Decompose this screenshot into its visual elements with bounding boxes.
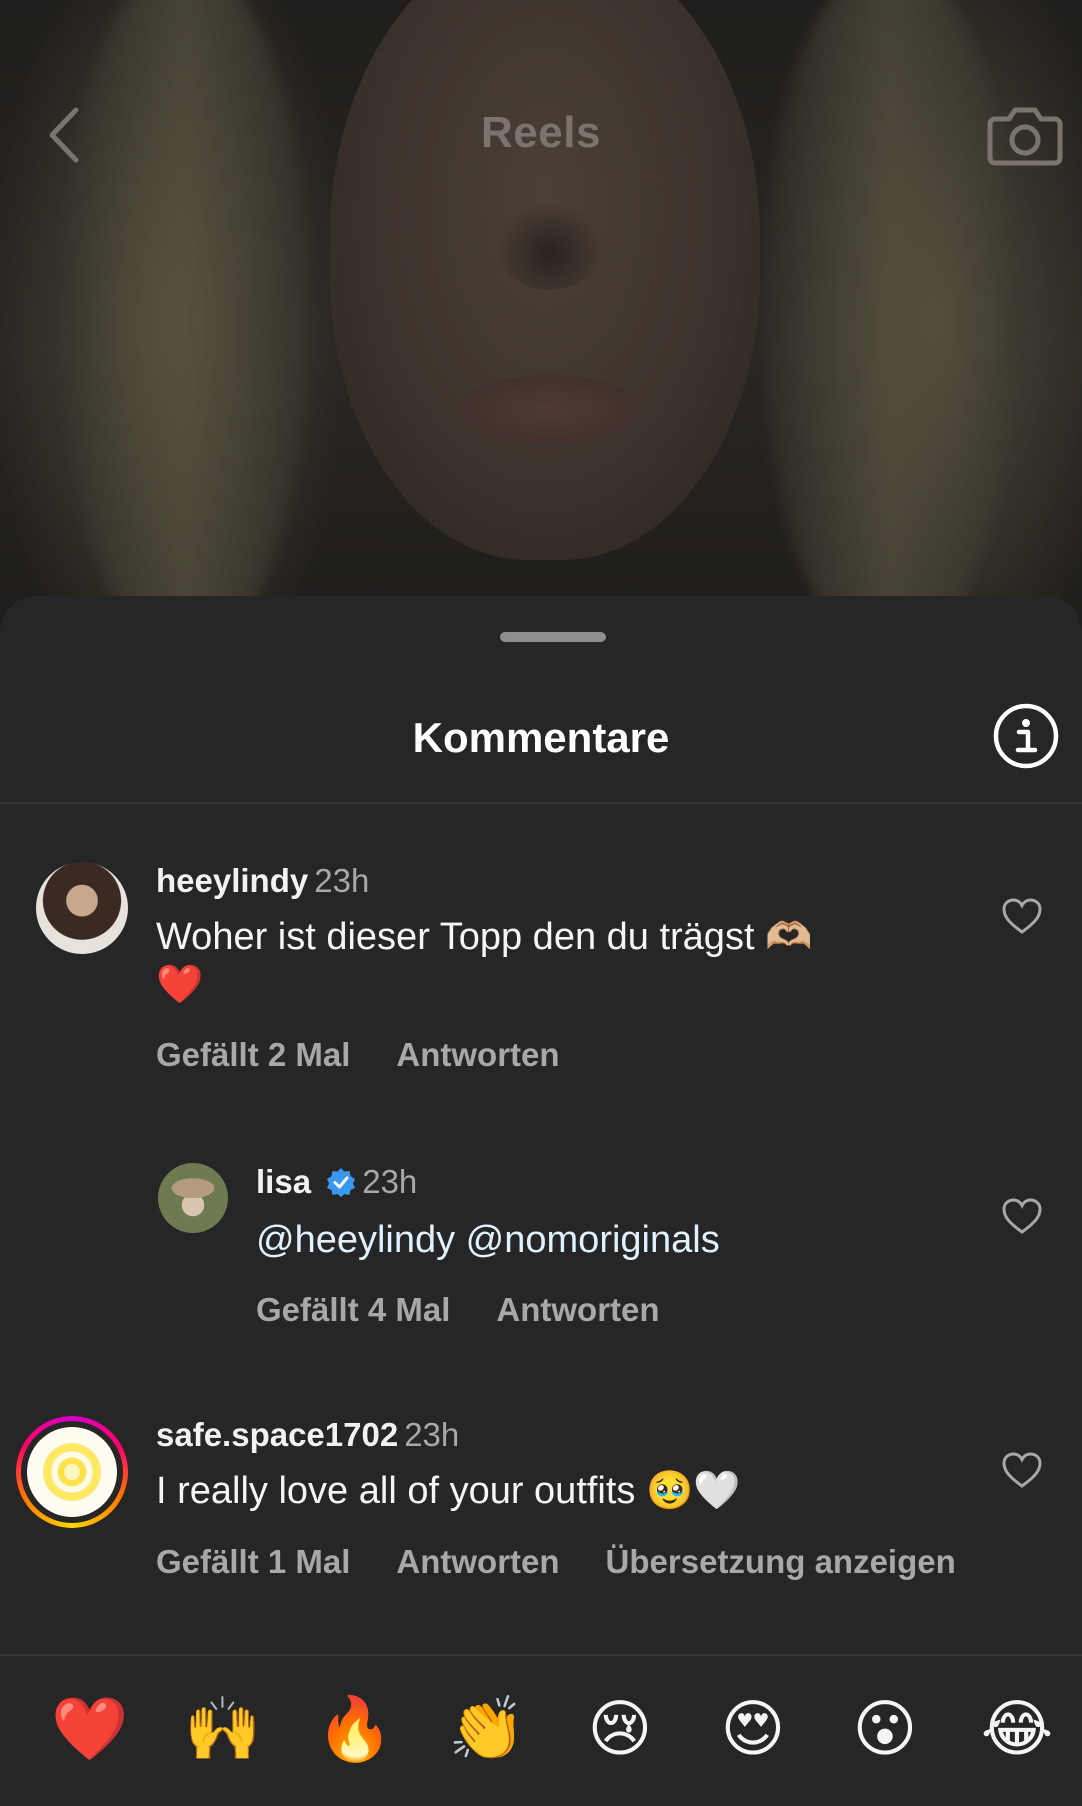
reply-text[interactable]: @heeylindy @nomoriginals <box>256 1215 720 1265</box>
emoji-heart-button[interactable]: ❤️ <box>45 1680 135 1780</box>
comment-meta: heeylindy 23h <box>156 862 369 900</box>
story-ring[interactable] <box>16 1416 128 1528</box>
emoji-heart-eyes-button[interactable]: 😍 <box>708 1680 798 1780</box>
top-bar: Reels <box>0 70 1082 190</box>
comment-username[interactable]: heeylindy <box>156 862 308 899</box>
header-divider <box>0 802 1082 804</box>
emoji-clap-button[interactable]: 👏 <box>442 1680 532 1780</box>
avatar[interactable] <box>158 1163 228 1233</box>
sheet-drag-handle[interactable] <box>500 632 606 642</box>
comment-actions: Gefällt 2 Mal Antworten <box>156 1036 606 1074</box>
likes-count[interactable]: Gefällt 1 Mal <box>156 1543 350 1580</box>
reply-button[interactable]: Antworten <box>396 1543 559 1580</box>
emoji-raised-hands-button[interactable]: 🙌 <box>178 1680 268 1780</box>
emoji-reaction-bar: ❤️ 🙌 🔥 👏 😢 😍 😮 😂 <box>0 1680 1082 1790</box>
camera-button[interactable] <box>985 95 1065 175</box>
emoji-laughing-button[interactable]: 😂 <box>972 1680 1062 1780</box>
page-title: Reels <box>481 108 601 157</box>
reply-button[interactable]: Antworten <box>496 1291 659 1328</box>
like-reply-button[interactable] <box>1000 1196 1044 1236</box>
comment-text: Woher ist dieser Topp den du trägst 🫶🏼 <box>156 916 813 958</box>
likes-count[interactable]: Gefällt 2 Mal <box>156 1036 350 1073</box>
reply-actions: Gefällt 4 Mal Antworten <box>256 1291 706 1329</box>
likes-count[interactable]: Gefällt 4 Mal <box>256 1291 450 1328</box>
avatar <box>27 1427 117 1517</box>
reply-meta: lisa 23h <box>256 1163 417 1201</box>
translate-button[interactable]: Übersetzung anzeigen <box>606 1543 956 1580</box>
emoji-surprised-button[interactable]: 😮 <box>840 1680 930 1780</box>
comment-time: 23h <box>314 862 370 899</box>
like-comment-button[interactable] <box>1000 896 1044 936</box>
like-comment-button[interactable] <box>1000 1450 1044 1490</box>
camera-icon <box>987 107 1063 166</box>
heart-icon <box>1002 1452 1042 1488</box>
comment-time: 23h <box>404 1416 460 1453</box>
reply-button[interactable]: Antworten <box>396 1036 559 1073</box>
comment-actions: Gefällt 1 Mal Antworten Übersetzung anzeig… <box>156 1543 956 1581</box>
verified-badge-icon <box>327 1168 356 1197</box>
sheet-title: Kommentare <box>412 714 670 761</box>
emoji-fire-button[interactable]: 🔥 <box>310 1680 400 1780</box>
heart-icon <box>1002 898 1042 934</box>
heart-icon <box>1002 1198 1042 1234</box>
emoji-bar-divider <box>0 1654 1082 1656</box>
reply-username[interactable]: lisa <box>256 1163 311 1200</box>
emoji-crying-button[interactable]: 😢 <box>575 1680 665 1780</box>
comment-meta: safe.space1702 23h <box>156 1416 459 1454</box>
comment-username[interactable]: safe.space1702 <box>156 1416 398 1453</box>
avatar[interactable] <box>36 862 128 954</box>
info-button[interactable] <box>992 702 1060 770</box>
reply-time: 23h <box>362 1163 418 1200</box>
reel-video-preview[interactable]: Reels <box>0 0 1082 640</box>
comment-text-line2: ❤️ <box>156 964 204 1006</box>
comment-text: I really love all of your outfits 🥹🤍 <box>156 1470 741 1512</box>
info-icon <box>993 703 1059 769</box>
